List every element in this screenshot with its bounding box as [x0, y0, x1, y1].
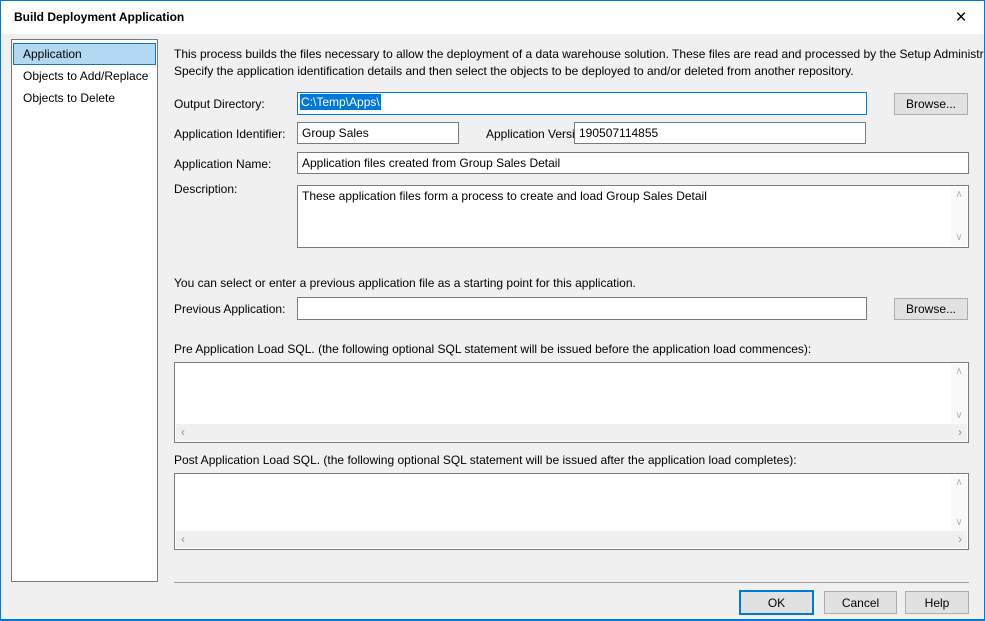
scroll-left-icon[interactable]: ‹	[181, 425, 185, 440]
sidebar-item-objects-to-delete[interactable]: Objects to Delete	[13, 87, 156, 109]
post-sql-label: Post Application Load SQL. (the followin…	[174, 453, 797, 467]
scroll-right-icon[interactable]: ›	[958, 425, 962, 440]
titlebar[interactable]: Build Deployment Application ×	[1, 1, 984, 34]
help-button[interactable]: Help	[905, 591, 969, 614]
description-vertical-scrollbar[interactable]: ∧ ∨	[951, 187, 967, 246]
pre-sql-textarea[interactable]: ∧ ∨ ‹ ›	[174, 362, 969, 443]
sidebar-item-objects-to-add-replace[interactable]: Objects to Add/Replace	[13, 65, 156, 87]
output-directory-browse-button[interactable]: Browse...	[894, 93, 968, 115]
scroll-up-icon[interactable]: ∧	[951, 476, 967, 490]
page-list: Application Objects to Add/Replace Objec…	[11, 39, 158, 582]
application-name-input[interactable]	[297, 152, 969, 174]
pre-sql-vertical-scrollbar[interactable]: ∧ ∨	[951, 364, 967, 424]
scroll-down-icon[interactable]: ∨	[951, 409, 967, 423]
previous-application-input[interactable]	[297, 297, 867, 320]
scroll-up-icon[interactable]: ∧	[951, 365, 967, 379]
scroll-left-icon[interactable]: ‹	[181, 532, 185, 547]
intro-line-2: Specify the application identification d…	[174, 64, 854, 78]
intro-line-1: This process builds the files necessary …	[174, 47, 985, 61]
post-sql-horizontal-scrollbar[interactable]: ‹ ›	[176, 531, 967, 548]
ok-button[interactable]: OK	[739, 590, 814, 615]
scroll-up-icon[interactable]: ∧	[951, 188, 967, 202]
pre-sql-horizontal-scrollbar[interactable]: ‹ ›	[176, 424, 967, 441]
output-directory-selected-text: C:\Temp\Apps\	[300, 94, 381, 110]
scroll-right-icon[interactable]: ›	[958, 532, 962, 547]
pre-sql-label: Pre Application Load SQL. (the following…	[174, 342, 811, 356]
cancel-button[interactable]: Cancel	[824, 591, 897, 614]
post-sql-vertical-scrollbar[interactable]: ∧ ∨	[951, 475, 967, 531]
description-text: These application files form a process t…	[302, 189, 948, 204]
application-version-input[interactable]	[574, 122, 866, 144]
previous-application-note: You can select or enter a previous appli…	[174, 276, 636, 290]
sidebar-item-application[interactable]: Application	[13, 43, 156, 65]
previous-application-label: Previous Application:	[174, 302, 285, 316]
application-name-label: Application Name:	[174, 157, 271, 171]
close-button[interactable]: ×	[946, 3, 976, 31]
description-textarea[interactable]: These application files form a process t…	[297, 185, 969, 248]
description-label: Description:	[174, 182, 237, 196]
application-identifier-input[interactable]	[297, 122, 459, 144]
build-deployment-application-dialog: Build Deployment Application × Applicati…	[0, 0, 985, 621]
application-identifier-label: Application Identifier:	[174, 127, 285, 141]
output-directory-label: Output Directory:	[174, 97, 265, 111]
close-icon: ×	[955, 8, 966, 27]
output-directory-input[interactable]: C:\Temp\Apps\	[297, 92, 867, 115]
window-title: Build Deployment Application	[14, 10, 184, 24]
footer-separator	[174, 582, 969, 583]
scroll-down-icon[interactable]: ∨	[951, 231, 967, 245]
previous-application-browse-button[interactable]: Browse...	[894, 298, 968, 320]
post-sql-textarea[interactable]: ∧ ∨ ‹ ›	[174, 473, 969, 550]
scroll-down-icon[interactable]: ∨	[951, 516, 967, 530]
